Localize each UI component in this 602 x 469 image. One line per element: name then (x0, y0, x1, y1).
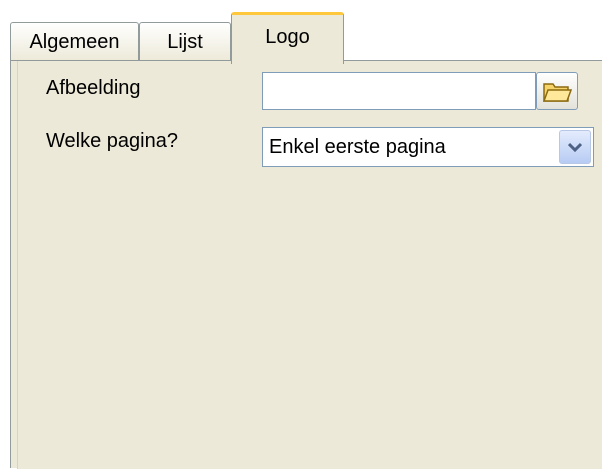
panel-content: Afbeelding Welke pagina? Enkel eerste pa… (17, 61, 602, 469)
browse-button[interactable] (536, 72, 578, 110)
chevron-down-icon (568, 142, 582, 152)
dropdown-button[interactable] (559, 130, 591, 164)
pagina-select[interactable]: Enkel eerste pagina (262, 127, 594, 167)
welke-pagina-label: Welke pagina? (46, 130, 178, 152)
folder-open-icon (542, 83, 572, 102)
afbeelding-input[interactable] (262, 72, 536, 110)
pagina-select-value: Enkel eerste pagina (269, 136, 446, 158)
tab-logo[interactable]: Logo (231, 12, 344, 64)
afbeelding-label: Afbeelding (46, 77, 141, 99)
logo-tab-panel: Afbeelding Welke pagina? Enkel eerste pa… (10, 60, 602, 469)
properties-window: Algemeen Lijst Logo Afbeelding Welke pag… (0, 0, 602, 469)
tab-lijst[interactable]: Lijst (139, 22, 231, 62)
tab-algemeen[interactable]: Algemeen (10, 22, 139, 62)
